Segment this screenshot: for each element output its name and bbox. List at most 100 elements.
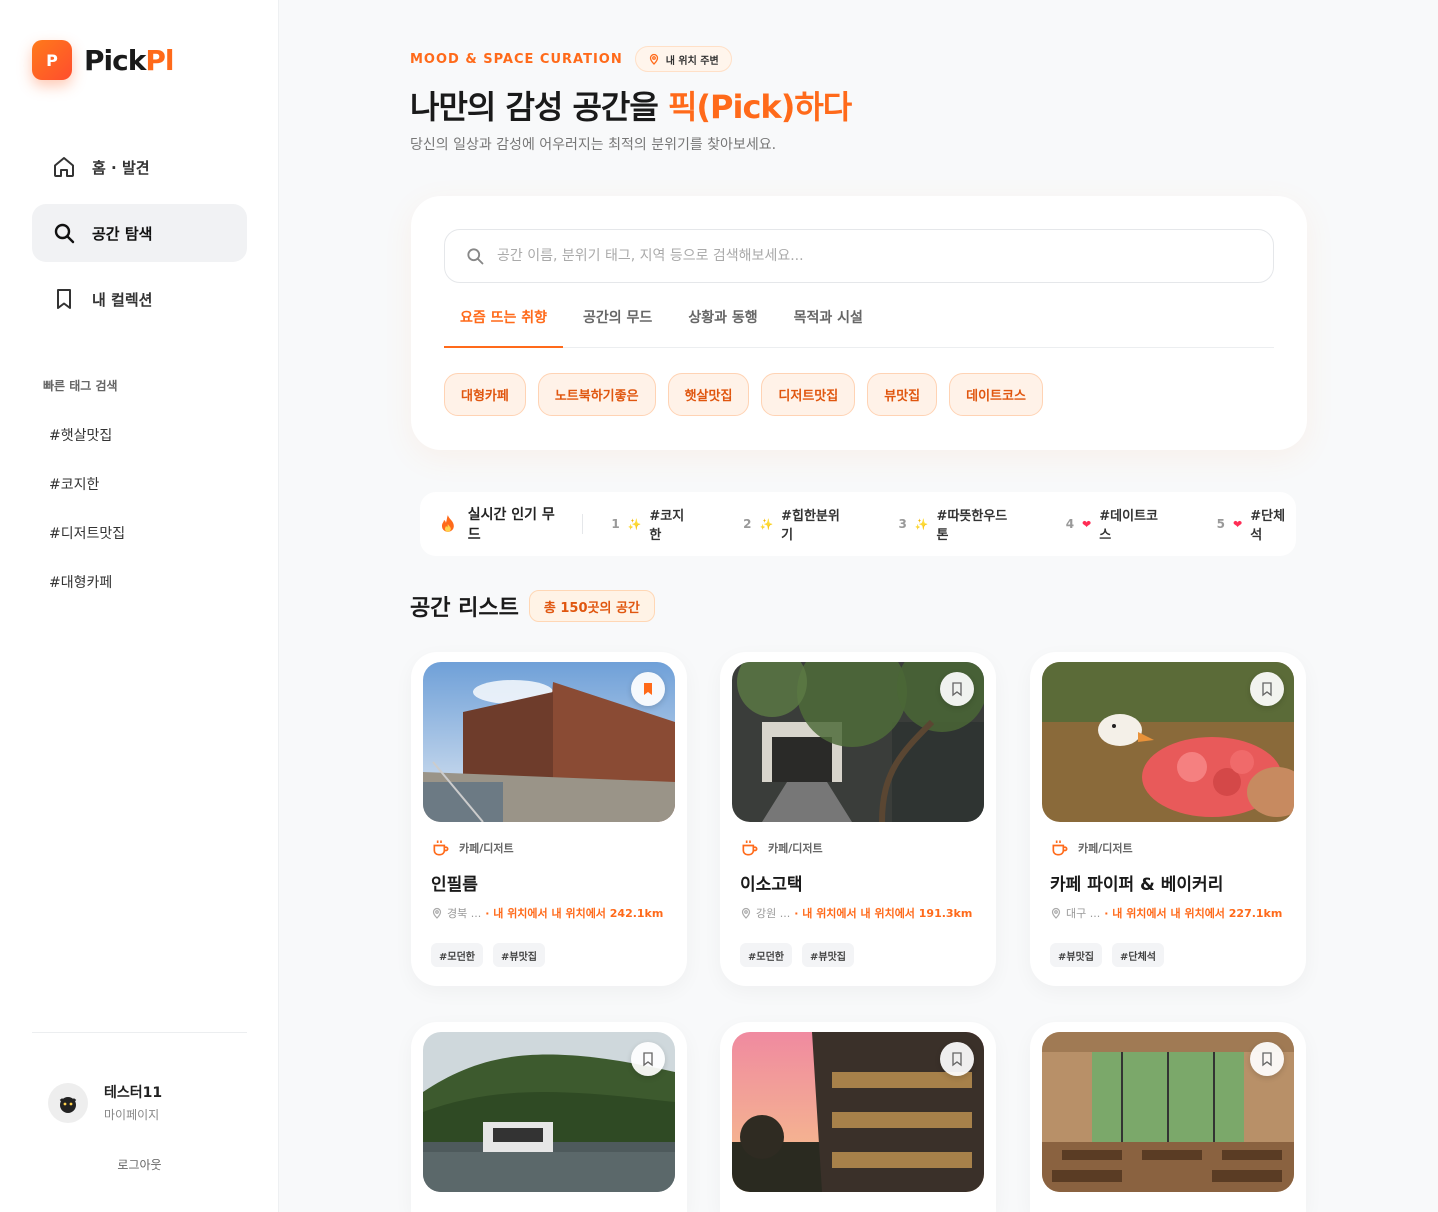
category: 카페/디저트 [1050, 838, 1290, 858]
trending-item[interactable]: 5 ❤ #단체석 [1217, 505, 1296, 543]
sparkle-icon: ✨ [627, 517, 642, 531]
quick-tag[interactable]: #대형카페 [49, 572, 125, 621]
tab-trending[interactable]: 요즘 뜨는 취향 [444, 296, 564, 348]
trending-item[interactable]: 4 ❤ #데이트코스 [1066, 505, 1169, 543]
space-tags: #모던한 #뷰맛집 [740, 943, 980, 967]
bookmark-icon [952, 1052, 962, 1067]
tab-purpose[interactable]: 목적과 시설 [778, 296, 879, 348]
location-pin-icon [741, 907, 751, 919]
tag-chip[interactable]: 디저트맛집 [761, 373, 856, 416]
tab-mood[interactable]: 공간의 무드 [567, 296, 668, 348]
profile[interactable]: 테스터11 마이페이지 [48, 1082, 162, 1123]
list-header: 공간 리스트 총 150곳의 공간 [410, 590, 655, 622]
space-tags: #모던한 #뷰맛집 [431, 943, 671, 967]
bookmark-button[interactable] [940, 672, 974, 706]
page-title: 나만의 감성 공간을 픽(Pick)하다 [410, 88, 852, 126]
location-pin-icon [649, 53, 658, 65]
trending-bar: 실시간 인기 무드 1 ✨ #코지한 2 ✨ #힙한분위기 3 ✨ #따뜻한우드톤 4 ❤ #데… [420, 492, 1296, 556]
bookmark-button[interactable] [631, 1042, 665, 1076]
list-title: 공간 리스트 [410, 596, 519, 621]
nav-item-home[interactable]: 홈 · 발견 [32, 138, 247, 196]
space-card[interactable]: 카페/디저트 이소고택 강원 ... · 내 위치에서 내 위치에서 191.3… [720, 652, 996, 986]
fire-icon [441, 515, 454, 532]
search-card: 요즘 뜨는 취향 공간의 무드 상황과 동행 목적과 시설 대형카페 노트북하기… [411, 196, 1307, 450]
bookmark-icon [643, 1052, 653, 1067]
location-badge-label: 내 위치 주변 [665, 55, 719, 67]
space-card[interactable]: 카페/디저트 카페 파이퍼 & 베이커리 대구 ... · 내 위치에서 내 위… [1030, 652, 1306, 986]
cat-avatar-icon [59, 1096, 77, 1113]
bookmark-icon [952, 682, 962, 697]
eyebrow-text: MOOD & SPACE CURATION [410, 51, 623, 67]
quick-tags-title: 빠른 태그 검색 [43, 379, 118, 393]
tag-chip[interactable]: 뷰맛집 [867, 373, 938, 416]
bookmark-filled-icon [644, 683, 652, 695]
tag-chip[interactable]: 노트북하기좋은 [537, 373, 656, 416]
sparkle-icon: ✨ [914, 517, 929, 531]
profile-name: 테스터11 [104, 1085, 163, 1101]
search-box [444, 229, 1274, 283]
space-card[interactable] [411, 1022, 687, 1212]
space-card[interactable] [720, 1022, 996, 1212]
heart-icon: ❤ [1233, 517, 1243, 531]
search-input[interactable] [497, 248, 1237, 264]
space-photo [1042, 1032, 1294, 1192]
trending-item[interactable]: 2 ✨ #힙한분위기 [743, 505, 850, 543]
nav-item-explore[interactable]: 공간 탐색 [32, 204, 247, 262]
location-meta: 대구 ... · 내 위치에서 내 위치에서 227.1km [1050, 905, 1290, 921]
mypage-link[interactable]: 마이페이지 [104, 1106, 162, 1123]
bookmark-button[interactable] [940, 1042, 974, 1076]
category: 카페/디저트 [431, 838, 671, 858]
space-photo [732, 662, 984, 822]
bookmark-icon [1262, 682, 1272, 697]
nav-item-collection[interactable]: 내 컬렉션 [32, 270, 247, 328]
coffee-cup-icon [433, 840, 449, 856]
tab-situation[interactable]: 상황과 동행 [672, 296, 773, 348]
tag-chips: 대형카페 노트북하기좋은 햇살맛집 디저트맛집 뷰맛집 데이트코스 [444, 373, 1043, 416]
location-pin-icon [1051, 907, 1061, 919]
quick-tag[interactable]: #코지한 [49, 474, 125, 523]
space-tag[interactable]: #모던한 [740, 943, 792, 967]
count-badge: 총 150곳의 공간 [528, 590, 655, 622]
search-icon [467, 248, 484, 265]
category: 카페/디저트 [740, 838, 980, 858]
quick-tag[interactable]: #디저트맛집 [49, 523, 125, 572]
coffee-cup-icon [742, 840, 758, 856]
logo-mark: P [32, 40, 72, 80]
location-badge[interactable]: 내 위치 주변 [634, 46, 732, 72]
space-photo [1042, 662, 1294, 822]
heart-icon: ❤ [1082, 517, 1092, 531]
space-tag[interactable]: #뷰맛집 [492, 943, 545, 967]
tag-chip[interactable]: 데이트코스 [949, 373, 1043, 416]
tag-chip[interactable]: 햇살맛집 [667, 373, 750, 416]
location-meta: 경북 ... · 내 위치에서 내 위치에서 242.1km [431, 905, 671, 921]
quick-tag[interactable]: #햇살맛집 [49, 425, 125, 474]
logout-button[interactable]: 로그아웃 [0, 1156, 279, 1173]
space-tag[interactable]: #모던한 [431, 943, 483, 967]
bookmark-icon [57, 289, 71, 309]
space-tags: #뷰맛집 #단체석 [1050, 943, 1290, 967]
tag-chip[interactable]: 대형카페 [444, 373, 526, 416]
logo[interactable]: P PickPl [32, 40, 174, 80]
space-tag[interactable]: #뷰맛집 [801, 943, 854, 967]
avatar [48, 1082, 88, 1123]
space-card[interactable] [1030, 1022, 1306, 1212]
space-name: 이소고택 [740, 875, 803, 895]
trending-item[interactable]: 3 ✨ #따뜻한우드톤 [898, 505, 1017, 543]
bookmark-icon [1262, 1052, 1272, 1067]
main-nav: 홈 · 발견 공간 탐색 내 컬렉션 [32, 138, 247, 336]
eyebrow-row: MOOD & SPACE CURATION 내 위치 주변 [410, 46, 732, 72]
trending-label: 실시간 인기 무드 [440, 507, 584, 543]
space-tag[interactable]: #뷰맛집 [1050, 943, 1102, 967]
location-meta: 강원 ... · 내 위치에서 내 위치에서 191.3km [740, 905, 980, 921]
bookmark-button[interactable] [1250, 1042, 1284, 1076]
space-card[interactable]: 카페/디저트 인필름 경북 ... · 내 위치에서 내 위치에서 242.1k… [411, 652, 687, 986]
nav-label: 내 컬렉션 [92, 290, 153, 309]
page-subtitle: 당신의 일상과 감성에 어우러지는 최적의 분위기를 찾아보세요. [410, 137, 777, 153]
trending-item[interactable]: 1 ✨ #코지한 [611, 505, 695, 543]
location-pin-icon [432, 907, 442, 919]
space-tag[interactable]: #단체석 [1111, 943, 1164, 967]
space-name: 카페 파이퍼 & 베이커리 [1050, 875, 1224, 895]
logo-text: PickPl [84, 43, 174, 77]
bookmark-button[interactable] [1250, 672, 1284, 706]
bookmark-button[interactable] [631, 672, 665, 706]
